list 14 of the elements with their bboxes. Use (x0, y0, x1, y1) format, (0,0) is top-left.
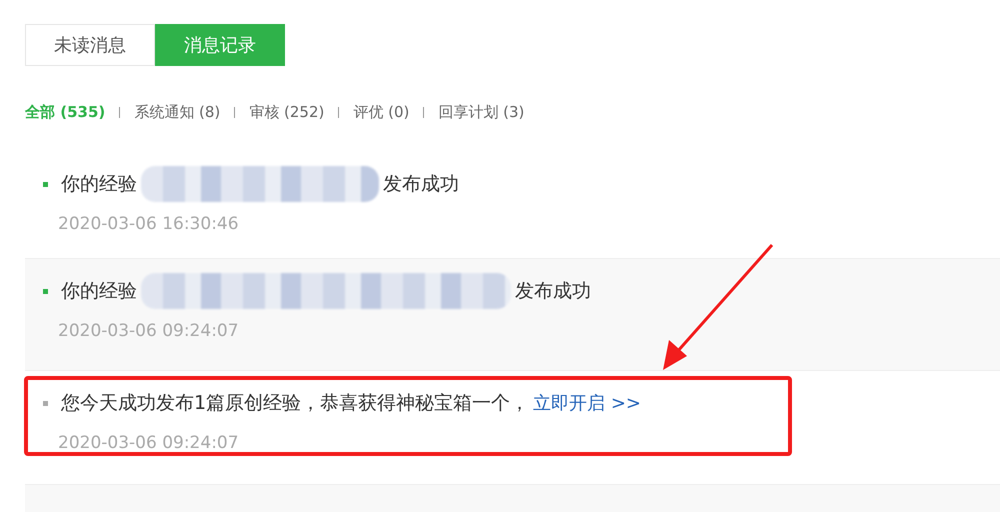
filter-link[interactable]: 审核 (252) (249, 102, 324, 122)
message-time: 2020-03-06 09:24:07 (58, 433, 240, 453)
filter-link[interactable]: 系统通知 (8) (134, 102, 220, 122)
open-link[interactable]: 立即开启 >> (533, 391, 641, 415)
message-text: 你的经验 (61, 172, 137, 197)
tab[interactable]: 未读消息 (25, 24, 155, 66)
message-text: 发布成功 (383, 172, 459, 197)
message-text: 你的经验 (61, 279, 137, 304)
message-time: 2020-03-06 09:24:07 (58, 321, 240, 341)
filter-link[interactable]: 回享计划 (3) (438, 102, 524, 122)
message-text: 您今天成功发布1篇原创经验，恭喜获得神秘宝箱一个， (61, 391, 530, 416)
message-text: 发布成功 (515, 279, 591, 304)
message-time: 2020-03-06 16:30:46 (58, 214, 240, 234)
filter-link[interactable]: 评优 (0) (353, 102, 410, 122)
